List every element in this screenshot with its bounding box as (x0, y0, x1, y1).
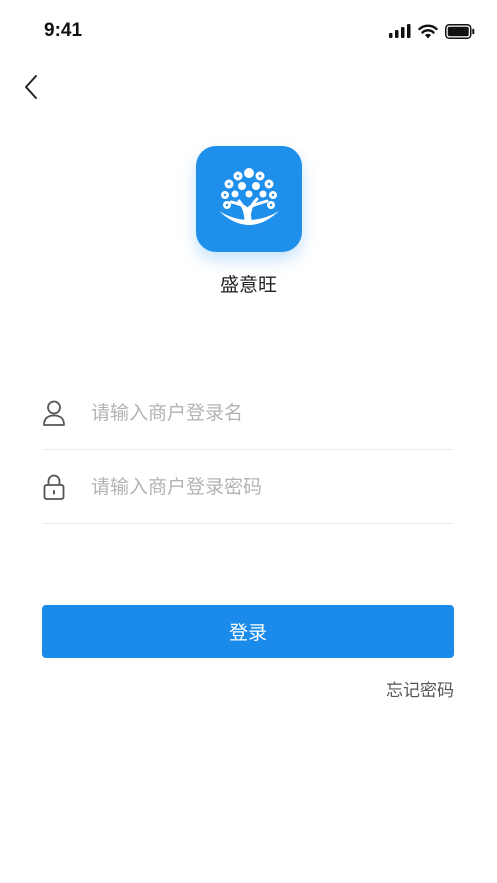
forgot-password-link[interactable]: 忘记密码 (386, 676, 454, 701)
back-button[interactable] (14, 70, 48, 104)
wifi-icon (418, 24, 438, 38)
chevron-left-icon (25, 75, 37, 99)
app-name: 盛意旺 (219, 274, 277, 296)
password-input[interactable] (91, 466, 454, 507)
tree-logo-icon (219, 168, 279, 225)
username-row (42, 376, 454, 450)
password-row (42, 450, 454, 524)
username-input[interactable] (91, 392, 454, 433)
login-button[interactable]: 登录 (42, 605, 454, 658)
status-time: 9:41 (44, 20, 83, 41)
app-logo (196, 146, 302, 252)
status-bar: 9:41 (0, 0, 497, 62)
status-icons (389, 22, 475, 40)
lock-icon (42, 473, 66, 501)
battery-icon (445, 23, 475, 39)
cellular-signal-icon (389, 24, 411, 38)
user-icon (42, 399, 66, 427)
